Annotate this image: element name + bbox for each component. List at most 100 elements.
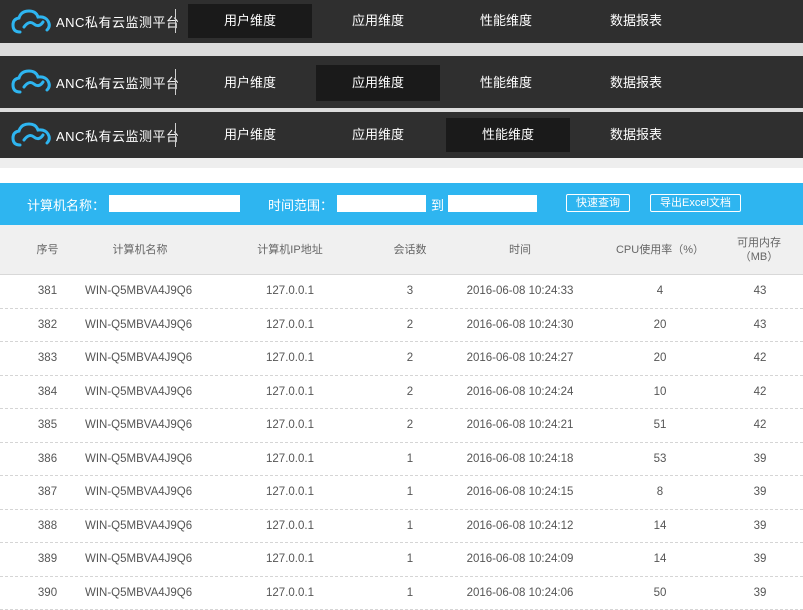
cell-index: 388: [10, 510, 85, 543]
cell-cpu: 8: [605, 476, 715, 509]
table-row[interactable]: 386WIN-Q5MBVA4J9Q6127.0.0.112016-06-08 1…: [0, 443, 803, 477]
cell-memory: 42: [725, 342, 795, 375]
cell-computer-name: WIN-Q5MBVA4J9Q6: [85, 476, 195, 509]
cell-time: 2016-06-08 10:24:15: [455, 476, 585, 509]
cloud-logo-icon: [10, 8, 54, 36]
cell-index: 387: [10, 476, 85, 509]
cell-memory: 42: [725, 376, 795, 409]
cell-cpu: 14: [605, 510, 715, 543]
cell-computer-name: WIN-Q5MBVA4J9Q6: [85, 443, 195, 476]
brand[interactable]: ANC私有云监测平台: [10, 56, 179, 108]
navbar-spacer: [0, 43, 803, 56]
table-row[interactable]: 387WIN-Q5MBVA4J9Q6127.0.0.112016-06-08 1…: [0, 476, 803, 510]
cell-computer-name: WIN-Q5MBVA4J9Q6: [85, 510, 195, 543]
cell-index: 389: [10, 543, 85, 576]
cell-ip: 127.0.0.1: [240, 376, 340, 409]
cell-sessions: 2: [370, 376, 450, 409]
nav-tab-performance[interactable]: 性能维度: [444, 65, 568, 101]
time-start-input[interactable]: [337, 195, 426, 212]
cell-ip: 127.0.0.1: [240, 476, 340, 509]
cell-sessions: 2: [370, 342, 450, 375]
time-end-input[interactable]: [448, 195, 537, 212]
cell-cpu: 10: [605, 376, 715, 409]
nav-tab-performance[interactable]: 性能维度: [444, 4, 568, 38]
cell-time: 2016-06-08 10:24:09: [455, 543, 585, 576]
brand-name: ANC私有云监测平台: [56, 73, 179, 92]
column-header-memory: 可用内存（MB）: [728, 225, 790, 274]
nav-tab-app[interactable]: 应用维度: [316, 65, 440, 101]
cell-time: 2016-06-08 10:24:33: [455, 275, 585, 308]
table-row[interactable]: 381WIN-Q5MBVA4J9Q6 127.0.0.1 32016-06-08 1…: [0, 275, 803, 309]
table-row[interactable]: 390WIN-Q5MBVA4J9Q6127.0.0.112016-06-08 1…: [0, 577, 803, 610]
column-header-index: 序号: [10, 225, 85, 274]
cell-memory: 39: [725, 510, 795, 543]
filter-bar: 计算机名称： 时间范围： 到 快速查询 导出Excel文档: [0, 183, 803, 225]
column-header-time: 时间: [455, 225, 585, 274]
column-header-ip: 计算机IP地址: [240, 225, 340, 274]
cell-memory: 43: [725, 275, 795, 308]
nav-tab-app[interactable]: 应用维度: [316, 118, 440, 152]
cell-time: 2016-06-08 10:24:18: [455, 443, 585, 476]
nav-tab-report[interactable]: 数据报表: [574, 4, 698, 38]
table-body: 381WIN-Q5MBVA4J9Q6127.0.0.132016-06-08 1…: [0, 275, 803, 610]
to-label: 到: [431, 195, 444, 214]
cell-time: 2016-06-08 10:24:27: [455, 342, 585, 375]
cell-computer-name: WIN-Q5MBVA4J9Q6: [85, 342, 195, 375]
top-navbar-3: ANC私有云监测平台 用户维度 应用维度 性能维度 数据报表: [0, 112, 803, 158]
cell-index: 385: [10, 409, 85, 442]
cell-computer-name: WIN-Q5MBVA4J9Q6: [85, 309, 195, 342]
cell-ip: 127.0.0.1: [240, 443, 340, 476]
column-header-computer-name: 计算机名称: [85, 225, 195, 274]
cell-computer-name: WIN-Q5MBVA4J9Q6: [85, 275, 195, 308]
table-row[interactable]: 388WIN-Q5MBVA4J9Q6127.0.0.112016-06-08 1…: [0, 510, 803, 544]
cell-ip: 127.0.0.1: [240, 577, 340, 610]
brand[interactable]: ANC私有云监测平台: [10, 112, 179, 158]
nav-tab-report[interactable]: 数据报表: [574, 65, 698, 101]
top-navbar-2: ANC私有云监测平台 用户维度 应用维度 性能维度 数据报表: [0, 56, 803, 108]
cell-cpu: 51: [605, 409, 715, 442]
nav-tab-user[interactable]: 用户维度: [188, 4, 312, 38]
brand[interactable]: ANC私有云监测平台: [10, 0, 179, 43]
cell-ip: 127.0.0.1: [240, 275, 340, 308]
cell-index: 381: [10, 275, 85, 308]
export-excel-button[interactable]: 导出Excel文档: [650, 194, 741, 212]
nav-tab-user[interactable]: 用户维度: [188, 65, 312, 101]
time-range-label: 时间范围：: [268, 195, 333, 214]
nav-tab-user[interactable]: 用户维度: [188, 118, 312, 152]
cell-time: 2016-06-08 10:24:12: [455, 510, 585, 543]
quick-query-button[interactable]: 快速查询: [566, 194, 630, 212]
computer-name-input[interactable]: [109, 195, 240, 212]
cell-index: 390: [10, 577, 85, 610]
cell-sessions: 1: [370, 443, 450, 476]
brand-name: ANC私有云监测平台: [56, 126, 179, 145]
nav-tab-app[interactable]: 应用维度: [316, 4, 440, 38]
cell-memory: 39: [725, 577, 795, 610]
navbar-spacer: [0, 158, 803, 168]
table-row[interactable]: 384WIN-Q5MBVA4J9Q6127.0.0.122016-06-08 1…: [0, 376, 803, 410]
cell-sessions: 2: [370, 309, 450, 342]
brand-divider: [175, 69, 176, 95]
cell-time: 2016-06-08 10:24:06: [455, 577, 585, 610]
table-row[interactable]: 389WIN-Q5MBVA4J9Q6127.0.0.112016-06-08 1…: [0, 543, 803, 577]
cell-sessions: 1: [370, 510, 450, 543]
table-header: 序号 计算机名称 计算机IP地址 会话数 时间 CPU使用率（%） 可用内存（M…: [0, 225, 803, 275]
cell-sessions: 3: [370, 275, 450, 308]
cloud-logo-icon: [10, 68, 54, 96]
nav-tab-report[interactable]: 数据报表: [574, 118, 698, 152]
cell-ip: 127.0.0.1: [240, 543, 340, 576]
cell-cpu: 14: [605, 543, 715, 576]
brand-divider: [175, 123, 176, 147]
cell-computer-name: WIN-Q5MBVA4J9Q6: [85, 409, 195, 442]
table-row[interactable]: 383WIN-Q5MBVA4J9Q6127.0.0.122016-06-08 1…: [0, 342, 803, 376]
cloud-logo-icon: [10, 121, 54, 149]
cell-ip: 127.0.0.1: [240, 409, 340, 442]
column-header-cpu: CPU使用率（%）: [605, 225, 715, 274]
computer-name-label: 计算机名称：: [27, 195, 105, 214]
cell-computer-name: WIN-Q5MBVA4J9Q6: [85, 543, 195, 576]
cell-cpu: 20: [605, 342, 715, 375]
table-row[interactable]: 385WIN-Q5MBVA4J9Q6127.0.0.122016-06-08 1…: [0, 409, 803, 443]
nav-tab-performance[interactable]: 性能维度: [446, 118, 570, 152]
cell-time: 2016-06-08 10:24:21: [455, 409, 585, 442]
table-row[interactable]: 382WIN-Q5MBVA4J9Q6127.0.0.122016-06-08 1…: [0, 309, 803, 343]
cell-cpu: 4: [605, 275, 715, 308]
